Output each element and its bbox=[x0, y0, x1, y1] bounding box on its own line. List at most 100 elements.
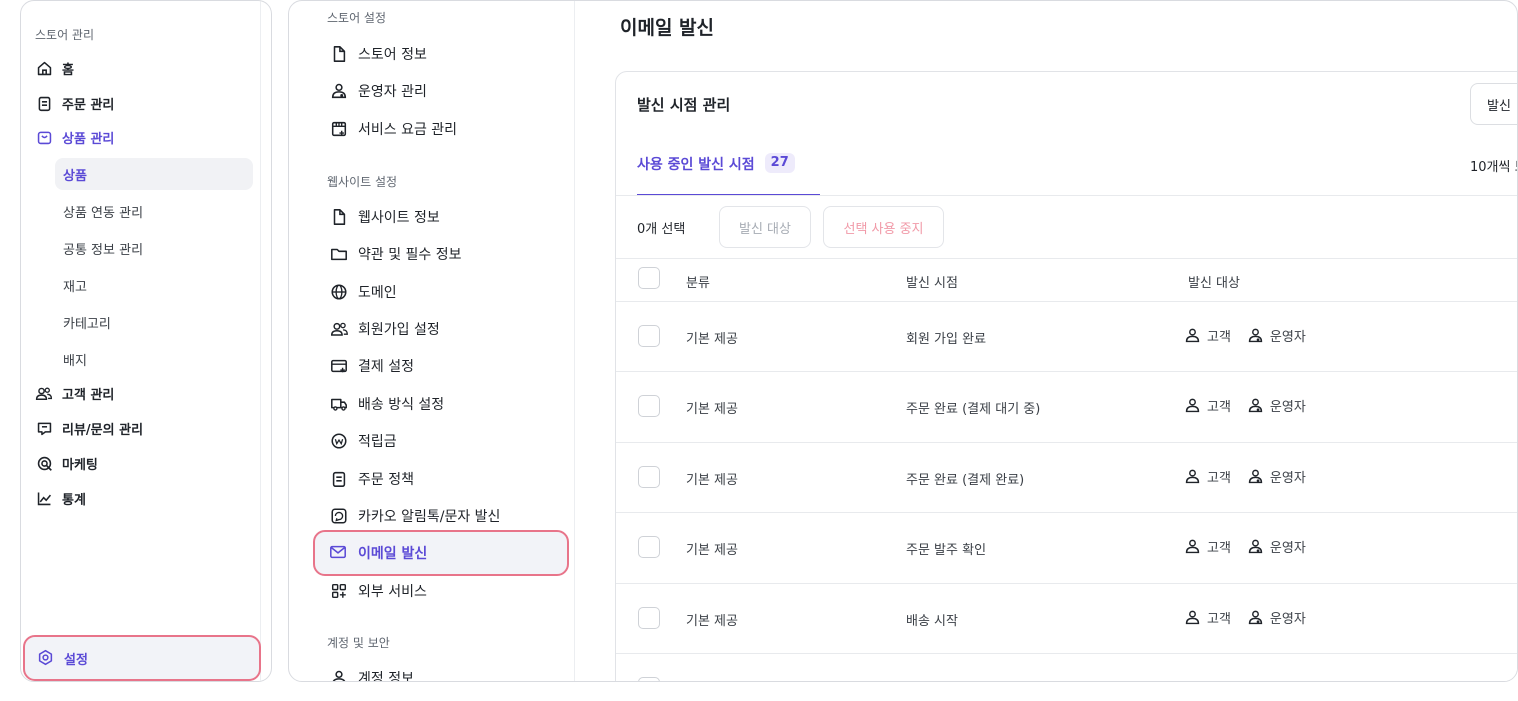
tab-label: 사용 중인 발신 시점 bbox=[637, 157, 755, 173]
sidebar-item-home[interactable]: 홈 bbox=[35, 56, 74, 80]
row-divider bbox=[616, 653, 1517, 654]
row-checkbox[interactable] bbox=[638, 395, 660, 417]
truck-icon bbox=[329, 394, 349, 414]
column-header-target: 발신 대상 bbox=[1188, 276, 1240, 291]
sidebar-item-reviews[interactable]: 리뷰/문의 관리 bbox=[35, 416, 143, 440]
document-icon bbox=[329, 44, 349, 64]
settings-item-store-info[interactable]: 스토어 정보 bbox=[329, 41, 427, 67]
sidebar-item-customers[interactable]: 고객 관리 bbox=[35, 381, 114, 405]
user-icon bbox=[1184, 538, 1202, 556]
sidebar-item-marketing[interactable]: 마케팅 bbox=[35, 451, 98, 475]
settings-item-points[interactable]: 적립금 bbox=[329, 428, 397, 454]
sidebar-item-settings[interactable]: 설정 bbox=[23, 635, 261, 681]
row-timing: 배송 시작 bbox=[906, 614, 958, 629]
globe-icon bbox=[329, 282, 349, 302]
select-all-checkbox[interactable] bbox=[638, 267, 660, 289]
settings-item-kakao[interactable]: 카카오 알림톡/문자 발신 bbox=[329, 503, 500, 529]
clipboard-icon bbox=[329, 469, 349, 489]
sidebar-subitem-badge[interactable]: 배지 bbox=[55, 343, 253, 375]
settings-section-account: 계정 및 보안 bbox=[327, 636, 390, 650]
settings-item-domain[interactable]: 도메인 bbox=[329, 279, 397, 305]
users-icon bbox=[35, 384, 53, 402]
home-icon bbox=[35, 59, 53, 77]
row-checkbox[interactable] bbox=[638, 677, 660, 681]
row-category: 기본 제공 bbox=[686, 543, 738, 558]
chart-line-icon bbox=[35, 489, 53, 507]
folder-icon bbox=[329, 244, 349, 264]
card-icon bbox=[329, 356, 349, 376]
selected-count: 0개 선택 bbox=[637, 222, 686, 237]
settings-item-signup[interactable]: 회원가입 설정 bbox=[329, 316, 440, 342]
add-timing-button[interactable]: 발신 bbox=[1470, 83, 1517, 125]
settings-item-order-policy[interactable]: 주문 정책 bbox=[329, 466, 414, 492]
row-checkbox[interactable] bbox=[638, 536, 660, 558]
chat-icon bbox=[35, 419, 53, 437]
header-divider bbox=[616, 301, 1517, 302]
settings-item-email[interactable]: 이메일 발신 bbox=[313, 530, 569, 576]
user-icon bbox=[329, 668, 349, 681]
storefront-icon bbox=[329, 119, 349, 139]
user-icon bbox=[1184, 397, 1202, 415]
row-target: 고객 운영자 bbox=[1184, 326, 1306, 345]
user-icon bbox=[1184, 609, 1202, 627]
settings-card: 스토어 설정 스토어 정보 운영자 관리 서비스 요금 관리 웹사이트 설정 웹… bbox=[288, 0, 1518, 682]
sidebar-subitem-common-info[interactable]: 공통 정보 관리 bbox=[55, 232, 253, 264]
gear-icon bbox=[37, 649, 55, 667]
operator-icon bbox=[1247, 609, 1265, 627]
row-category: 기본 제공 bbox=[686, 402, 738, 417]
sidebar-item-products[interactable]: 상품 관리 bbox=[35, 125, 114, 149]
operator-icon bbox=[1247, 327, 1265, 345]
sidebar-subitem-inventory[interactable]: 재고 bbox=[55, 269, 253, 301]
sidebar-subitem-product-sync[interactable]: 상품 연동 관리 bbox=[55, 195, 253, 227]
settings-item-payment[interactable]: 결제 설정 bbox=[329, 353, 414, 379]
settings-item-operators[interactable]: 운영자 관리 bbox=[329, 78, 427, 104]
row-checkbox[interactable] bbox=[638, 466, 660, 488]
tab-count-badge: 27 bbox=[764, 153, 795, 173]
per-page-select[interactable]: 10개씩 보 bbox=[1470, 156, 1517, 175]
send-timing-panel: 발신 시점 관리 발신 사용 중인 발신 시점 27 10개씩 보 0개 선택 … bbox=[615, 71, 1517, 681]
sidebar-divider bbox=[260, 1, 261, 681]
document-icon bbox=[329, 207, 349, 227]
tab-active-timings[interactable]: 사용 중인 발신 시점 27 bbox=[637, 153, 795, 194]
sidebar-item-orders[interactable]: 주문 관리 bbox=[35, 91, 114, 115]
operator-icon bbox=[1247, 397, 1265, 415]
row-divider bbox=[616, 442, 1517, 443]
stop-selected-button[interactable]: 선택 사용 중지 bbox=[823, 206, 944, 248]
row-timing: 회원 가입 완료 bbox=[906, 332, 987, 347]
row-target: 고객 운영자 bbox=[1184, 537, 1306, 556]
settings-item-service-fee[interactable]: 서비스 요금 관리 bbox=[329, 116, 457, 142]
sidebar-subitem-product[interactable]: 상품 bbox=[55, 158, 253, 190]
column-header-timing: 발신 시점 bbox=[906, 276, 958, 291]
row-checkbox[interactable] bbox=[638, 325, 660, 347]
sidebar-subitem-category[interactable]: 카테고리 bbox=[55, 306, 253, 338]
settings-nav: 스토어 설정 스토어 정보 운영자 관리 서비스 요금 관리 웹사이트 설정 웹… bbox=[289, 1, 575, 681]
settings-item-external[interactable]: 외부 서비스 bbox=[329, 578, 427, 604]
main-sidebar: 스토어 관리 홈 주문 관리 상품 관리 상품 상품 연동 관리 공통 정보 관… bbox=[20, 0, 272, 682]
settings-item-terms[interactable]: 약관 및 필수 정보 bbox=[329, 241, 462, 267]
row-checkbox[interactable] bbox=[638, 607, 660, 629]
coin-icon bbox=[329, 431, 349, 451]
row-divider bbox=[616, 512, 1517, 513]
row-timing: 주문 완료 (결제 완료) bbox=[906, 473, 1025, 488]
bag-icon bbox=[35, 128, 53, 146]
clipboard-icon bbox=[35, 94, 53, 112]
row-category: 기본 제공 bbox=[686, 473, 738, 488]
settings-section-store: 스토어 설정 bbox=[327, 11, 387, 25]
send-target-button[interactable]: 발신 대상 bbox=[719, 206, 811, 248]
row-timing: 주문 발주 확인 bbox=[906, 543, 987, 558]
tab-divider bbox=[616, 195, 1517, 196]
apps-add-icon bbox=[329, 581, 349, 601]
user-icon bbox=[1184, 327, 1202, 345]
row-category: 기본 제공 bbox=[686, 332, 738, 347]
row-target: 고객 운영자 bbox=[1184, 608, 1306, 627]
row-divider bbox=[616, 371, 1517, 372]
operator-icon bbox=[1247, 468, 1265, 486]
settings-item-shipping[interactable]: 배송 방식 설정 bbox=[329, 391, 444, 417]
row-category: 기본 제공 bbox=[686, 614, 738, 629]
operator-icon bbox=[1247, 538, 1265, 556]
sidebar-item-stats[interactable]: 통계 bbox=[35, 486, 86, 510]
settings-item-account-info[interactable]: 계정 정보 bbox=[329, 665, 414, 681]
row-divider bbox=[616, 583, 1517, 584]
row-timing: 주문 완료 (결제 대기 중) bbox=[906, 402, 1041, 417]
settings-item-website-info[interactable]: 웹사이트 정보 bbox=[329, 204, 440, 230]
